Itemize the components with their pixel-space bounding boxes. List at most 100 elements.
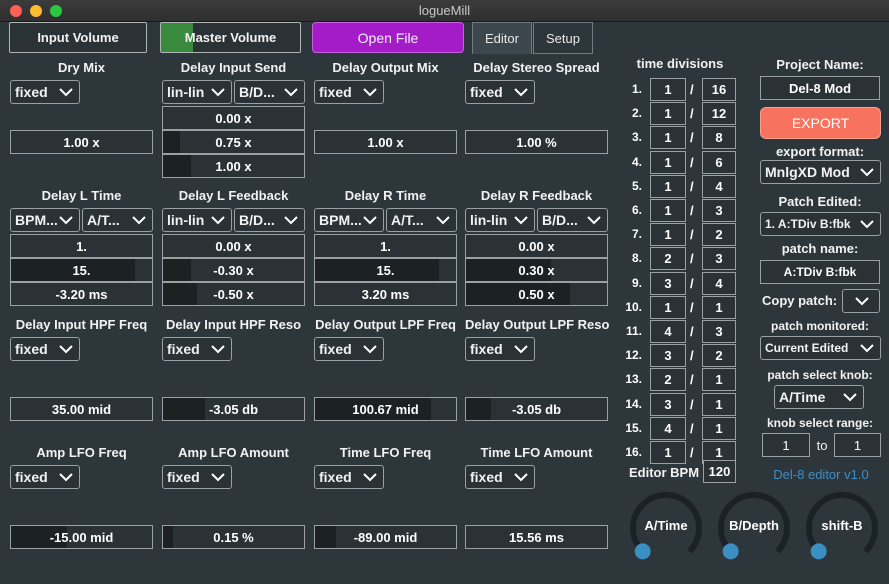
delay-output-lpf-reso-mode-dropdown[interactable]: fixed [465,337,535,361]
patch-name-field[interactable]: A:TDiv B:fbk [760,260,880,284]
delay-r-time-slider-1[interactable]: 1. [314,234,457,258]
delay-r-feedback-slider-1[interactable]: 0.00 x [465,234,608,258]
delay-stereo-spread-slider[interactable]: 1.00 % [465,130,608,154]
patch-monitored-dropdown[interactable]: Current Edited [760,336,881,360]
division-denominator-field[interactable]: 4 [702,271,736,295]
delay-l-feedback-slider-1[interactable]: 0.00 x [162,234,305,258]
editor-bpm-field[interactable]: 120 [703,460,736,483]
delay-r-feedback-mode2-dropdown[interactable]: B/D... [537,208,608,232]
delay-input-hpf-reso-slider[interactable]: -3.05 db [162,397,305,421]
division-numerator-field[interactable]: 3 [650,392,686,416]
amp-lfo-freq-slider[interactable]: -15.00 mid [10,525,153,549]
division-numerator-field[interactable]: 1 [650,150,686,174]
division-numerator-field[interactable]: 3 [650,344,686,368]
division-index: 14. [625,396,642,411]
delay-r-time-slider-3[interactable]: 3.20 ms [314,282,457,306]
division-numerator-field[interactable]: 4 [650,416,686,440]
tab-editor[interactable]: Editor [472,22,532,54]
division-denominator-field[interactable]: 16 [702,78,736,101]
delay-r-feedback-slider-2[interactable]: 0.30 x [465,258,608,282]
dry-mix-mode-dropdown[interactable]: fixed [10,80,80,104]
division-numerator-field[interactable]: 1 [650,174,686,198]
delay-input-send-mode-dropdown[interactable]: lin-lin [162,80,232,104]
division-denominator-field[interactable]: 3 [702,247,736,271]
amp-lfo-amount-mode-dropdown[interactable]: fixed [162,465,232,489]
delay-r-time-slider-2[interactable]: 15. [314,258,457,282]
delay-stereo-spread-mode-dropdown[interactable]: fixed [465,80,535,104]
division-numerator-field[interactable]: 2 [650,368,686,392]
division-numerator-field[interactable]: 1 [650,78,686,101]
division-numerator-field[interactable]: 3 [650,271,686,295]
delay-l-time-mode-dropdown[interactable]: BPM... [10,208,80,232]
time-lfo-freq-mode-dropdown[interactable]: fixed [314,465,384,489]
time-lfo-amount-mode-dropdown[interactable]: fixed [465,465,535,489]
division-denominator-field[interactable]: 1 [702,392,736,416]
division-denominator-field[interactable]: 3 [702,199,736,222]
time-lfo-freq-slider[interactable]: -89.00 mid [314,525,457,549]
delay-r-feedback-mode-dropdown[interactable]: lin-lin [465,208,535,232]
division-slash: / [690,275,694,291]
division-numerator-field[interactable]: 1 [650,102,686,126]
division-denominator-field[interactable]: 4 [702,174,736,198]
delay-output-mix-slider[interactable]: 1.00 x [314,130,457,154]
delay-r-feedback-slider-3[interactable]: 0.50 x [465,282,608,306]
delay-output-mix-mode-dropdown[interactable]: fixed [314,80,384,104]
export-button[interactable]: EXPORT [760,107,881,139]
delay-l-time-slider-3[interactable]: -3.20 ms [10,282,153,306]
division-denominator-field[interactable]: 3 [702,320,736,343]
delay-output-lpf-freq-mode-dropdown[interactable]: fixed [314,337,384,361]
amp-lfo-amount-slider[interactable]: 0.15 % [162,525,305,549]
division-numerator-field[interactable]: 4 [650,320,686,343]
time-lfo-amount-mode-dropdown-value: fixed [470,469,503,485]
master-volume-slider[interactable]: Master Volume [160,22,301,53]
division-denominator-field[interactable]: 2 [702,223,736,247]
delay-input-send-slider-1[interactable]: 0.00 x [162,106,305,130]
export-format-dropdown[interactable]: MnlgXD Mod [760,160,881,184]
division-denominator-field[interactable]: 2 [702,344,736,368]
division-denominator-field[interactable]: 8 [702,126,736,150]
tab-setup[interactable]: Setup [533,22,593,54]
delay-l-time-slider-1[interactable]: 1. [10,234,153,258]
amp-lfo-freq-mode-dropdown[interactable]: fixed [10,465,80,489]
range-to-field[interactable]: 1 [834,433,881,457]
delay-input-send-slider-2[interactable]: 0.75 x [162,130,305,154]
delay-l-time-slider-2[interactable]: 15. [10,258,153,282]
division-numerator-field[interactable]: 1 [650,441,686,464]
division-denominator-field[interactable]: 6 [702,150,736,174]
delay-input-hpf-freq-mode-dropdown[interactable]: fixed [10,337,80,361]
knob-b-depth[interactable]: B/Depth [715,488,793,566]
knob-shift-b[interactable]: shift-B [803,488,881,566]
open-file-button[interactable]: Open File [312,22,464,53]
dry-mix-slider[interactable]: 1.00 x [10,130,153,154]
patch-select-knob-dropdown[interactable]: A/Time [774,385,864,409]
delay-output-lpf-freq-slider[interactable]: 100.67 mid [314,397,457,421]
delay-l-time-mode2-dropdown[interactable]: A/T... [82,208,153,232]
division-denominator-field[interactable]: 1 [702,416,736,440]
division-numerator-field[interactable]: 1 [650,295,686,319]
delay-input-send-slider-3[interactable]: 1.00 x [162,154,305,178]
input-volume-slider[interactable]: Input Volume [9,22,147,53]
division-denominator-field[interactable]: 1 [702,368,736,392]
division-numerator-field[interactable]: 1 [650,223,686,247]
delay-l-feedback-mode2-dropdown[interactable]: B/D... [234,208,305,232]
delay-r-time-mode2-dropdown[interactable]: A/T... [386,208,457,232]
patch-edited-dropdown[interactable]: 1. A:TDiv B:fbk [760,212,881,236]
time-lfo-amount-slider[interactable]: 15.56 ms [465,525,608,549]
range-from-field[interactable]: 1 [762,433,810,457]
delay-l-feedback-slider-2[interactable]: -0.30 x [162,258,305,282]
copy-patch-dropdown[interactable] [842,289,880,313]
knob-a-time[interactable]: A/Time [627,488,705,566]
project-name-field[interactable]: Del-8 Mod [760,76,880,100]
division-numerator-field[interactable]: 1 [650,126,686,150]
delay-l-feedback-slider-3[interactable]: -0.50 x [162,282,305,306]
delay-input-hpf-freq-slider[interactable]: 35.00 mid [10,397,153,421]
delay-output-lpf-reso-slider[interactable]: -3.05 db [465,397,608,421]
delay-input-send-mode2-dropdown[interactable]: B/D... [234,80,305,104]
division-numerator-field[interactable]: 1 [650,199,686,222]
division-denominator-field[interactable]: 1 [702,295,736,319]
delay-l-feedback-mode-dropdown[interactable]: lin-lin [162,208,232,232]
division-denominator-field[interactable]: 12 [702,102,736,126]
division-numerator-field[interactable]: 2 [650,247,686,271]
delay-input-hpf-reso-mode-dropdown[interactable]: fixed [162,337,232,361]
delay-r-time-mode-dropdown[interactable]: BPM... [314,208,384,232]
